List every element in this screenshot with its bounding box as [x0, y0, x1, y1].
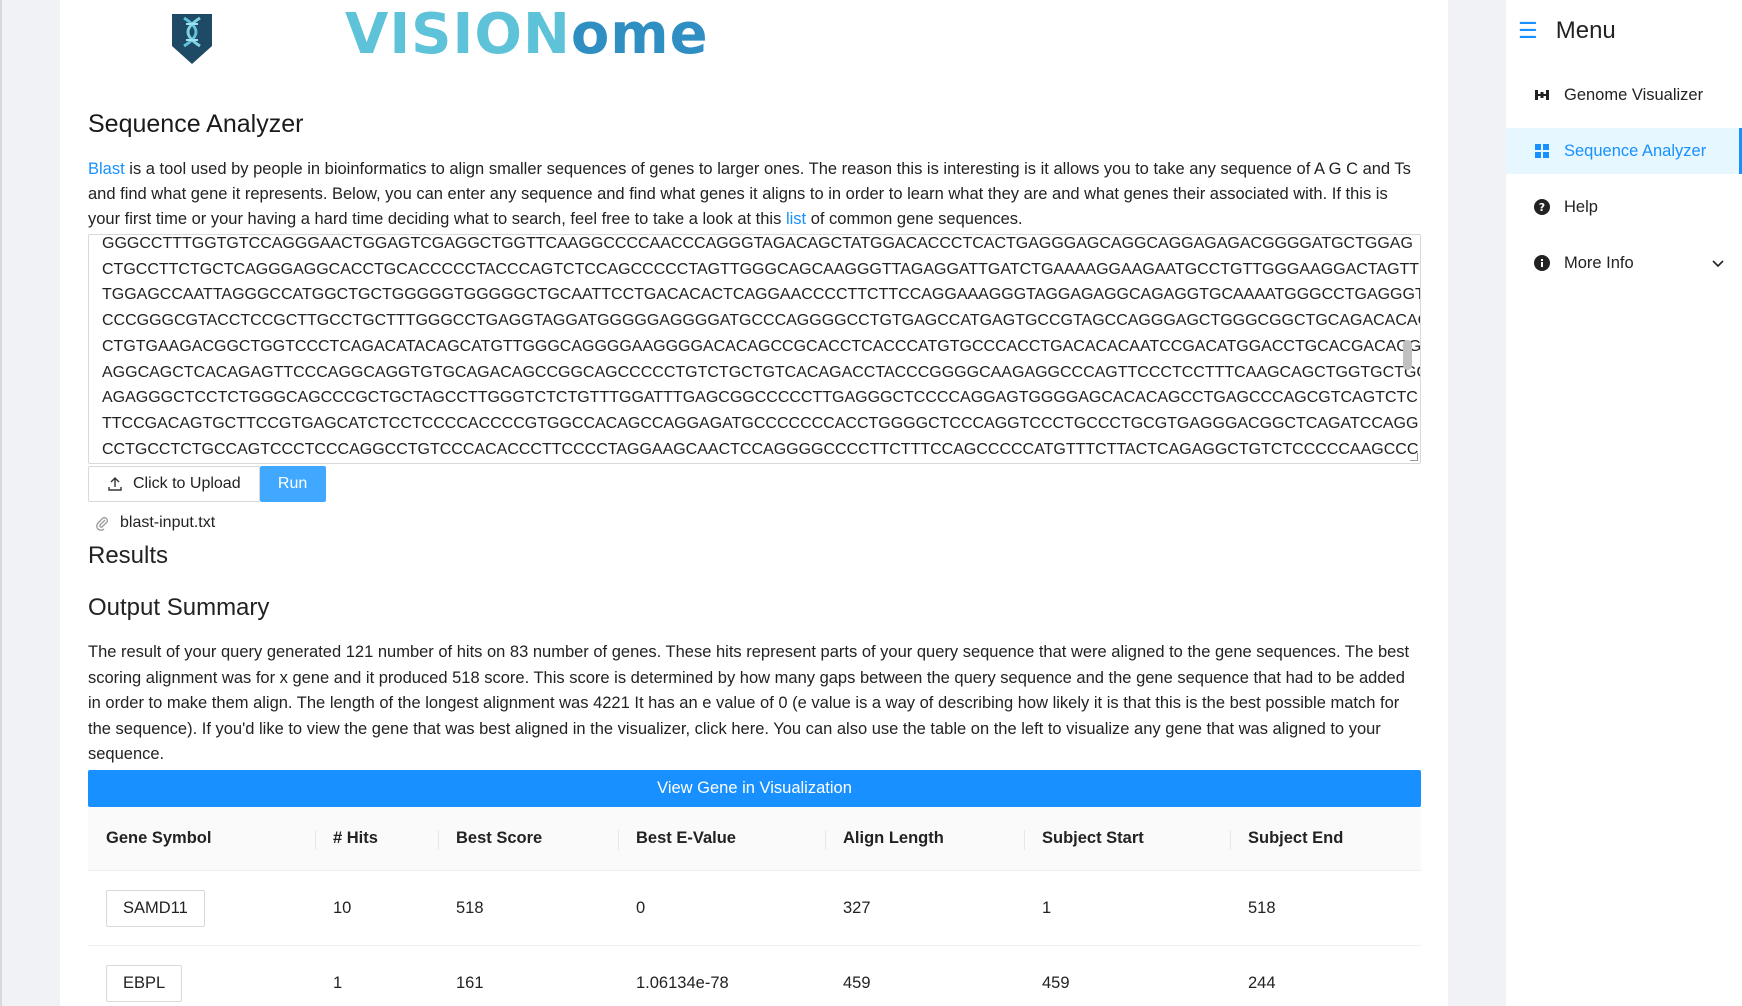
brand-part2: ome: [570, 2, 709, 67]
sidebar-item-label: Sequence Analyzer: [1564, 141, 1707, 160]
textarea-scrollbar[interactable]: [1403, 340, 1412, 370]
cell-gene: SAMD11: [88, 870, 315, 946]
col-best-score[interactable]: Best Score: [438, 806, 618, 871]
table-cell: 10: [315, 870, 438, 946]
genome-icon: [1535, 90, 1549, 100]
table-cell: 161: [438, 945, 618, 1006]
col-gene-symbol[interactable]: Gene Symbol: [88, 806, 315, 871]
brand-part1: VISION: [345, 2, 571, 67]
menu-header: ☰ Menu: [1506, 0, 1742, 62]
sequence-text: GGGCCTTTGGTGTCCAGGGAACTGGAGTCGAGGCTGGTTC…: [102, 235, 1421, 458]
table-row: SAMD11 10 518 0 327 1 518: [88, 870, 1421, 946]
table-cell: 327: [825, 870, 1024, 946]
sidebar-item-genome-visualizer[interactable]: Genome Visualizer: [1506, 72, 1742, 118]
view-gene-button[interactable]: View Gene in Visualization: [88, 769, 1421, 807]
intro-text-2: of common gene sequences.: [806, 210, 1023, 228]
run-button[interactable]: Run: [259, 466, 326, 502]
main-content: VISIONome Sequence Analyzer Blast is a t…: [60, 0, 1448, 1006]
table-row: EBPL 1 161 1.06134e-78 459 459 244: [88, 945, 1421, 1006]
col-hits[interactable]: # Hits: [315, 806, 438, 871]
intro-paragraph: Blast is a tool used by people in bioinf…: [88, 157, 1420, 232]
sidebar-item-label: More Info: [1564, 253, 1634, 272]
col-subject-start[interactable]: Subject Start: [1024, 806, 1230, 871]
dna-shield-logo-icon: [172, 14, 212, 64]
cell-gene: EBPL: [88, 945, 315, 1006]
table-cell: 1: [1024, 870, 1230, 946]
paperclip-icon: [96, 517, 108, 531]
info-icon: [1534, 255, 1550, 271]
uploaded-file[interactable]: blast-input.txt: [88, 514, 1420, 532]
upload-button[interactable]: Click to Upload: [88, 466, 260, 502]
page-title: Sequence Analyzer: [88, 110, 304, 138]
resize-handle[interactable]: [1410, 453, 1418, 461]
hamburger-icon[interactable]: ☰: [1518, 18, 1538, 44]
col-best-evalue[interactable]: Best E-Value: [618, 806, 825, 871]
table-header-row: Gene Symbol # Hits Best Score Best E-Val…: [88, 806, 1421, 871]
results-heading: Results: [88, 542, 169, 569]
sidebar-item-label: Genome Visualizer: [1564, 85, 1704, 104]
brand-logo-text: VISIONome: [345, 2, 709, 67]
summary-heading: Output Summary: [88, 594, 270, 621]
table-cell: 1.06134e-78: [618, 945, 825, 1006]
file-name: blast-input.txt: [120, 514, 216, 531]
action-row: Click to Upload Run: [88, 466, 1420, 502]
table-cell: 0: [618, 870, 825, 946]
summary-text: The result of your query generated 121 n…: [88, 643, 1410, 763]
sidebar-item-help[interactable]: ? Help: [1506, 184, 1742, 230]
table-cell: 1: [315, 945, 438, 1006]
col-align-length[interactable]: Align Length: [825, 806, 1024, 871]
gene-list-link[interactable]: list: [786, 210, 806, 228]
table-cell: 518: [1230, 870, 1421, 946]
gene-button[interactable]: EBPL: [106, 964, 183, 1002]
table-cell: 459: [825, 945, 1024, 1006]
upload-label: Click to Upload: [133, 475, 241, 492]
col-subject-end[interactable]: Subject End: [1230, 806, 1421, 871]
sidebar-item-more-info[interactable]: More Info: [1506, 240, 1742, 286]
menu-title: Menu: [1555, 17, 1616, 44]
sidebar-menu: ☰ Menu Genome Visualizer Sequence Analyz…: [1506, 0, 1742, 1006]
sidebar-item-label: Help: [1564, 197, 1598, 216]
grid-icon: [1535, 144, 1549, 158]
window-edge: [0, 0, 2, 1006]
svg-text:?: ?: [1539, 201, 1545, 214]
upload-icon: [108, 477, 122, 491]
sequence-textarea[interactable]: GGGCCTTTGGTGTCCAGGGAACTGGAGTCGAGGCTGGTTC…: [88, 234, 1421, 464]
results-table: Gene Symbol # Hits Best Score Best E-Val…: [88, 806, 1421, 1006]
table-cell: 459: [1024, 945, 1230, 1006]
gene-button[interactable]: SAMD11: [106, 889, 205, 927]
table-cell: 244: [1230, 945, 1421, 1006]
table-cell: 518: [438, 870, 618, 946]
intro-text-1: is a tool used by people in bioinformati…: [88, 160, 1411, 228]
question-icon: ?: [1534, 199, 1550, 215]
sidebar-item-sequence-analyzer[interactable]: Sequence Analyzer: [1506, 128, 1742, 174]
blast-link[interactable]: Blast: [88, 160, 125, 178]
header: VISIONome: [88, 0, 1420, 80]
chevron-down-icon[interactable]: [1710, 255, 1726, 271]
